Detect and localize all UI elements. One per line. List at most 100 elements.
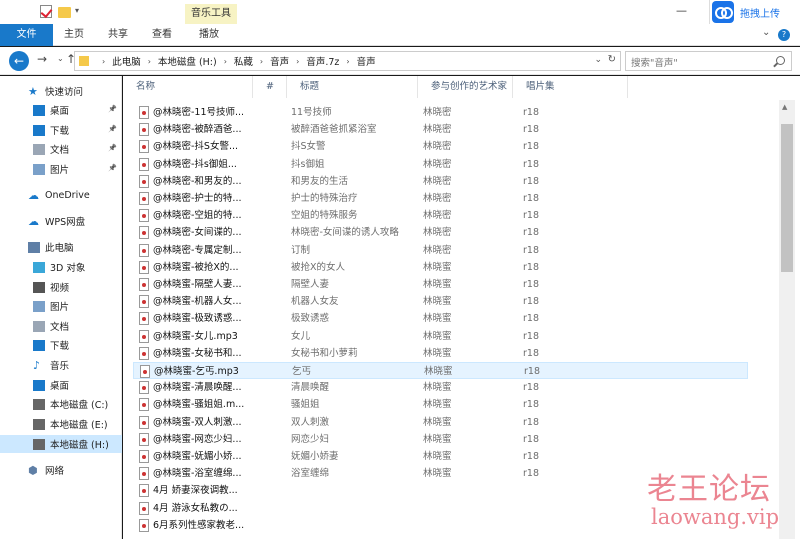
sidebar-item[interactable]: 下载 (0, 336, 122, 354)
recent-locations-icon[interactable]: ⌄ (57, 54, 64, 63)
music-tools-context-tab: 音乐工具 (185, 4, 237, 24)
sidebar-item[interactable]: 本地磁盘 (E:) (0, 415, 122, 433)
minimize-icon[interactable]: — (676, 4, 687, 17)
new-folder-icon[interactable] (58, 7, 71, 18)
column-header-name[interactable]: 名称 (123, 76, 253, 98)
file-album: r18 (523, 210, 539, 222)
file-name: @林晓蜜-女儿.mp3 (153, 330, 238, 342)
tab-view[interactable]: 查看 (146, 24, 178, 46)
breadcrumb-separator[interactable]: › (224, 57, 227, 66)
forward-arrow-icon[interactable]: → (37, 52, 47, 66)
file-row[interactable]: @林晓蜜-清晨唤醒... 清晨唤醒 林晓蜜 r18 (133, 379, 748, 396)
column-header-title[interactable]: 标题 (287, 76, 418, 98)
sidebar-item[interactable]: ★ 快速访问 (0, 82, 122, 100)
sidebar-item[interactable]: ☁ WPS网盘 (0, 212, 122, 230)
refresh-icon[interactable]: ↻ (608, 54, 616, 65)
column-header-artist[interactable]: 参与创作的艺术家 (418, 76, 513, 98)
file-row[interactable]: @林晓密-女间谍的... 林晓密-女间谍的诱人攻略 林晓密 r18 (133, 224, 748, 241)
file-album: r18 (523, 330, 539, 342)
sidebar-item[interactable]: ♪ 音乐 (0, 356, 122, 374)
scroll-up-icon[interactable]: ▲ (782, 103, 787, 111)
file-row[interactable]: @林晓密-抖s御姐... 抖s御姐 林晓密 r18 (133, 156, 748, 173)
pin-icon[interactable]: 📌 (108, 164, 117, 172)
address-dropdown-icon[interactable]: ⌄ (594, 55, 602, 65)
sidebar-item-label: 本地磁盘 (H:) (50, 440, 109, 451)
ribbon-tabs: 文件 主页 共享 查看 播放 ⌄ ? (0, 24, 800, 46)
file-album (523, 517, 573, 534)
breadcrumb-this-pc[interactable]: 此电脑 (112, 54, 141, 68)
sidebar-item[interactable]: 文档 📌 (0, 140, 122, 158)
sidebar-item[interactable]: 本地磁盘 (C:) (0, 395, 122, 413)
sidebar-item[interactable]: 桌面 📌 (0, 101, 122, 119)
sidebar-item[interactable]: ⬢ 网络 (0, 461, 122, 479)
tab-share[interactable]: 共享 (102, 24, 134, 46)
file-row[interactable]: @林晓密-被醉酒爸... 被醉酒爸爸抓紧浴室 林晓密 r18 (133, 121, 748, 138)
sidebar-item[interactable]: ☁ OneDrive (0, 186, 122, 204)
breadcrumb-archive[interactable]: 音声.7z (306, 54, 339, 68)
sidebar-item-label: 下载 (50, 126, 70, 137)
tab-home[interactable]: 主页 (58, 24, 90, 46)
file-row[interactable]: @林晓密-专属定制... 订制 林晓密 r18 (133, 242, 748, 259)
file-row[interactable]: @林晓蜜-妩媚小娇... 妩媚小娇妻 林晓蜜 r18 (133, 448, 748, 465)
cloud-icon: ☁ (28, 188, 39, 202)
file-row[interactable]: @林晓蜜-双人刺激... 双人刺激 林晓蜜 r18 (133, 414, 748, 431)
audio-file-icon (139, 467, 149, 481)
sidebar-item[interactable]: 3D 对象 (0, 258, 122, 276)
file-row[interactable]: @林晓密-抖S女警... 抖S女警 林晓密 r18 (133, 138, 748, 155)
breadcrumb-separator[interactable]: › (102, 57, 105, 66)
pin-icon[interactable]: 📌 (108, 105, 117, 113)
breadcrumb-separator[interactable]: › (296, 57, 299, 66)
file-row[interactable]: @林晓密-和男友的... 和男友的生活 林晓密 r18 (133, 173, 748, 190)
column-header-number[interactable]: # (253, 76, 287, 98)
file-row[interactable]: @林晓蜜-机器人女... 机器人女友 林晓蜜 r18 (133, 293, 748, 310)
sidebar-item[interactable]: 桌面 (0, 376, 122, 394)
sidebar-item[interactable]: 视频 (0, 278, 122, 296)
file-title: 订制 (291, 244, 311, 256)
sidebar-item[interactable]: 此电脑 (0, 238, 122, 256)
file-row[interactable]: @林晓蜜-网恋少妇... 网恋少妇 林晓蜜 r18 (133, 431, 748, 448)
file-row[interactable]: @林晓密-11号技师... 11号技师 林晓密 r18 (133, 104, 748, 121)
sidebar-item[interactable]: 本地磁盘 (H:) (0, 435, 122, 453)
file-name: @林晓蜜-双人刺激... (153, 416, 242, 428)
help-icon[interactable]: ? (778, 29, 790, 41)
tab-file[interactable]: 文件 (0, 24, 53, 46)
breadcrumb-drive-h[interactable]: 本地磁盘 (H:) (158, 54, 217, 68)
back-arrow-icon[interactable]: ← (9, 51, 29, 71)
search-icon[interactable] (776, 56, 785, 65)
breadcrumb-private[interactable]: 私藏 (234, 54, 253, 68)
search-input[interactable]: 搜索"音声" (625, 51, 792, 71)
chevron-down-icon[interactable]: ⌄ (762, 27, 770, 38)
sidebar-item[interactable]: 文档 (0, 317, 122, 335)
upload-button[interactable]: 拖拽上传 (709, 0, 800, 24)
breadcrumb-separator[interactable]: › (346, 57, 349, 66)
file-row[interactable]: @林晓密-空姐的特... 空姐的特殊服务 林晓密 r18 (133, 207, 748, 224)
scrollbar-thumb[interactable] (781, 124, 793, 272)
tab-play[interactable]: 播放 (193, 24, 225, 46)
vertical-scrollbar[interactable]: ▲ (779, 100, 795, 539)
breadcrumb-separator[interactable]: › (148, 57, 151, 66)
file-row[interactable]: @林晓蜜-极致诱惑... 极致诱惑 林晓蜜 r18 (133, 310, 748, 327)
breadcrumb-audio[interactable]: 音声 (270, 54, 289, 68)
breadcrumb-separator[interactable]: › (260, 57, 263, 66)
breadcrumb-current[interactable]: 音声 (357, 54, 376, 68)
sidebar-item[interactable]: 图片 (0, 297, 122, 315)
file-artist: 林晓密 (423, 141, 452, 153)
file-artist: 林晓密 (423, 124, 452, 136)
column-header-album[interactable]: 唱片集 (513, 76, 628, 98)
file-title: 隔壁人妻 (291, 279, 330, 290)
sidebar-item[interactable]: 下载 📌 (0, 121, 122, 139)
file-row[interactable]: @林晓蜜-乞丐.mp3 乞丐 林晓蜜 r18 (133, 362, 748, 379)
pin-icon[interactable]: 📌 (108, 125, 117, 133)
properties-icon[interactable] (40, 5, 52, 18)
file-row[interactable]: @林晓密-护士的特... 护士的特殊治疗 林晓密 r18 (133, 190, 748, 207)
file-row[interactable]: @林晓蜜-女儿.mp3 女儿 林晓蜜 r18 (133, 328, 748, 345)
pin-icon[interactable]: 📌 (108, 144, 117, 152)
sidebar-item[interactable]: 图片 📌 (0, 160, 122, 178)
file-row[interactable]: @林晓蜜-女秘书和... 女秘书和小萝莉 林晓蜜 r18 (133, 345, 748, 362)
address-bar[interactable]: › 此电脑 › 本地磁盘 (H:) › 私藏 › 音声 › 音声.7z › 音声… (74, 51, 621, 71)
customize-toolbar-icon[interactable]: ▾ (75, 6, 79, 20)
file-row[interactable]: @林晓蜜-隔壁人妻... 隔壁人妻 林晓蜜 r18 (133, 276, 748, 293)
file-row[interactable]: @林晓蜜-被抢X的... 被抢X的女人 林晓蜜 r18 (133, 259, 748, 276)
file-row[interactable]: @林晓蜜-骚姐姐.m... 骚姐姐 林晓蜜 r18 (133, 396, 748, 413)
audio-file-icon (139, 260, 149, 274)
